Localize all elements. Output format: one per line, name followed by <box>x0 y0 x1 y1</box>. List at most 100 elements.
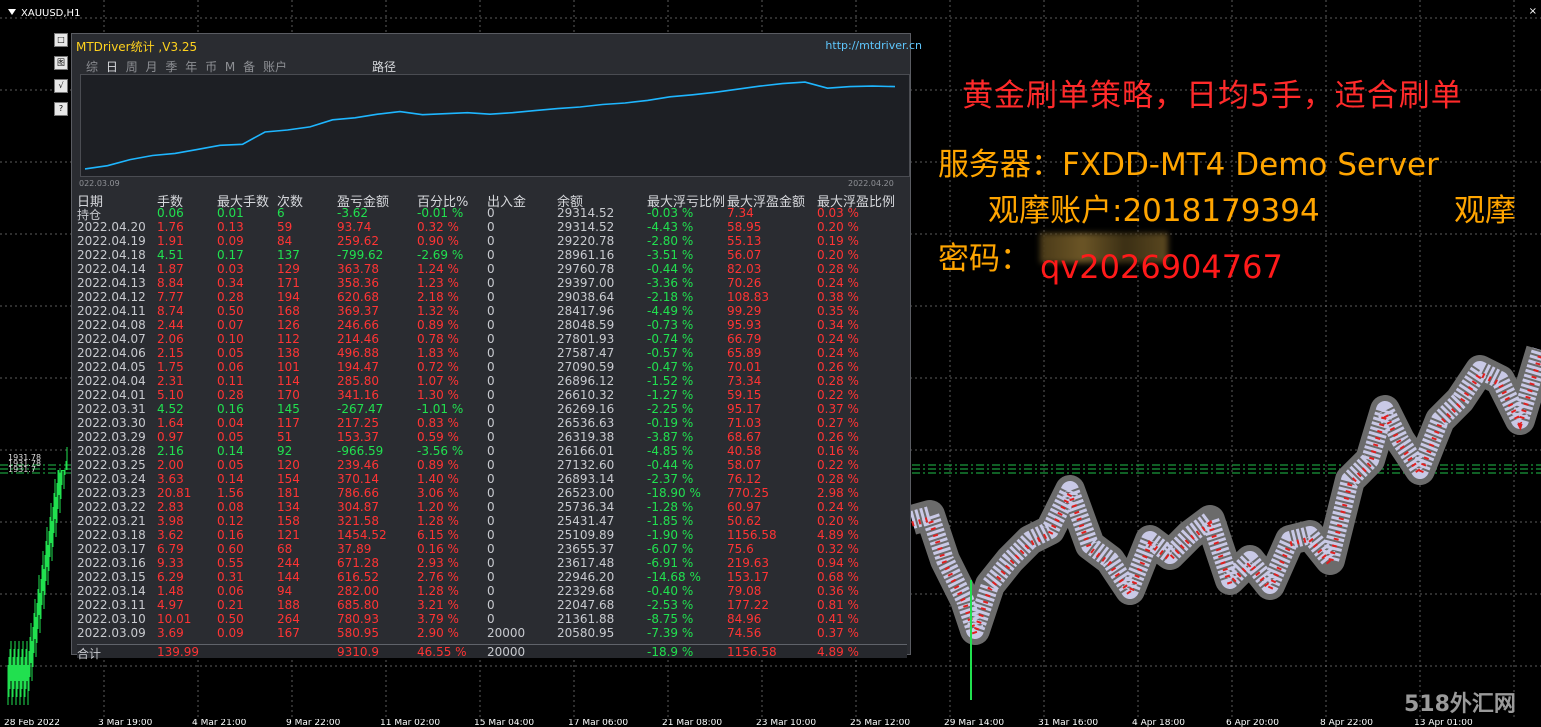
table-cell: 84.96 <box>727 612 762 626</box>
table-cell: 341.16 <box>337 388 379 402</box>
table-cell: -0.73 % <box>647 318 694 332</box>
table-cell: -6.07 % <box>647 542 694 556</box>
table-cell: 244 <box>277 556 300 570</box>
check-icon[interactable]: √ <box>54 79 68 93</box>
tab-account[interactable]: 账户 <box>263 60 287 74</box>
table-cell: 170 <box>277 388 300 402</box>
table-cell: 1.75 <box>157 360 184 374</box>
promo-account: 观摩账户:2018179394 <box>988 193 1320 229</box>
table-cell: 188 <box>277 598 300 612</box>
table-cell: 0.34 % <box>817 318 859 332</box>
table-cell: 2022.03.15 <box>77 570 146 584</box>
table-cell: 2022.04.01 <box>77 388 146 402</box>
table-row: 2022.04.08 2.44 0.07 126 246.66 0.89 % 0 28048.… <box>77 318 907 332</box>
table-cell: 2022.03.24 <box>77 472 146 486</box>
tab-month[interactable]: 月 <box>146 60 158 74</box>
table-cell: 3.62 <box>157 528 184 542</box>
tab-m[interactable]: M <box>225 60 235 74</box>
table-cell: 0.03 <box>217 262 244 276</box>
table-cell: 70.01 <box>727 360 762 374</box>
table-cell: 3.63 <box>157 472 184 486</box>
table-cell: -7.39 % <box>647 626 694 640</box>
table-cell: 0.68 % <box>817 570 859 584</box>
table-cell: -267.47 <box>337 402 384 416</box>
table-cell: 363.78 <box>337 262 379 276</box>
table-row: 2022.04.07 2.06 0.10 112 214.46 0.78 % 0 27801.… <box>77 332 907 346</box>
table-row: 2022.03.28 2.16 0.14 92 -966.59 -3.56 % 0 26166… <box>77 444 907 458</box>
table-cell: 0.05 <box>217 430 244 444</box>
table-cell: 214.46 <box>337 332 379 346</box>
table-cell: 95.93 <box>727 318 762 332</box>
tab-year[interactable]: 年 <box>185 60 197 74</box>
close-icon[interactable]: × <box>1529 6 1537 17</box>
table-cell: 22329.68 <box>557 584 615 598</box>
table-cell: 0.32 % <box>817 542 859 556</box>
table-cell: 0 <box>487 346 495 360</box>
tab-summary[interactable]: 综 <box>86 60 98 74</box>
tab-day[interactable]: 日 <box>106 60 118 74</box>
table-cell: 29314.52 <box>557 206 615 220</box>
table-cell: -0.44 % <box>647 262 694 276</box>
tab-currency[interactable]: 币 <box>205 60 217 74</box>
table-cell: 2022.03.28 <box>77 444 146 458</box>
time-label: 11 Mar 02:00 <box>380 719 441 727</box>
table-cell: 60.97 <box>727 500 762 514</box>
table-cell: 0.10 <box>217 332 244 346</box>
table-cell: 108.83 <box>727 290 769 304</box>
table-cell: 0 <box>487 444 495 458</box>
table-cell: 0.37 % <box>817 402 859 416</box>
time-label: 29 Mar 14:00 <box>944 719 1005 727</box>
table-cell: 2022.03.23 <box>77 486 146 500</box>
table-cell: -2.37 % <box>647 472 694 486</box>
table-cell: 0.94 % <box>817 556 859 570</box>
time-label: 4 Mar 21:00 <box>192 719 247 727</box>
table-row: 2022.04.04 2.31 0.11 114 285.80 1.07 % 0 26896.… <box>77 374 907 388</box>
table-cell: -0.19 % <box>647 416 694 430</box>
tab-quarter[interactable]: 季 <box>165 60 177 74</box>
tab-week[interactable]: 周 <box>126 60 138 74</box>
table-cell: 2022.04.13 <box>77 276 146 290</box>
time-label: 28 Feb 2022 <box>4 719 61 727</box>
dropdown-triangle-icon[interactable] <box>8 9 16 15</box>
table-cell: 27132.60 <box>557 458 615 472</box>
website-link[interactable]: http://mtdriver.cn <box>825 39 922 52</box>
symbol-title: XAUUSD,H1 <box>21 8 81 19</box>
table-cell: -6.91 % <box>647 556 694 570</box>
table-row: 2022.03.15 6.29 0.31 144 616.52 2.76 % 0 22946.… <box>77 570 907 584</box>
route-button[interactable]: 路径 <box>372 58 396 75</box>
table-cell: 0 <box>487 304 495 318</box>
table-cell: 2.76 % <box>417 570 459 584</box>
table-cell: 0.89 % <box>417 318 459 332</box>
table-cell: 20000 <box>487 626 526 640</box>
tab-backup[interactable]: 备 <box>243 60 255 74</box>
chart-icon[interactable]: 图 <box>54 56 68 70</box>
table-cell: 29314.52 <box>557 220 615 234</box>
table-cell: -3.36 % <box>647 276 694 290</box>
candles-left <box>7 447 68 705</box>
table-cell: -3.51 % <box>647 248 694 262</box>
table-cell: 93.74 <box>337 220 372 234</box>
table-cell: 0.20 % <box>817 248 859 262</box>
table-cell: 0.20 % <box>817 514 859 528</box>
table-cell: 22946.20 <box>557 570 615 584</box>
table-cell: 0.16 <box>217 528 244 542</box>
table-cell: 2022.03.21 <box>77 514 146 528</box>
table-cell: 2022.03.11 <box>77 598 146 612</box>
table-cell: 4.89 % <box>817 528 859 542</box>
table-cell: 25109.89 <box>557 528 615 542</box>
minimize-icon[interactable]: □ <box>54 33 68 47</box>
table-cell: 144 <box>277 570 300 584</box>
table-cell: 92 <box>277 444 293 458</box>
table-cell: 0 <box>487 276 495 290</box>
table-cell: 358.36 <box>337 276 379 290</box>
table-cell: 580.95 <box>337 626 379 640</box>
table-cell: 40.58 <box>727 444 762 458</box>
table-cell: 167 <box>277 626 300 640</box>
table-cell: 0.20 % <box>817 220 859 234</box>
table-cell: -0.03 % <box>647 206 694 220</box>
table-row: 2022.04.18 4.51 0.17 137 -799.62 -2.69 % 0 2896… <box>77 248 907 262</box>
table-cell: 2.83 <box>157 500 184 514</box>
help-icon[interactable]: ? <box>54 102 68 116</box>
table-cell: 26523.00 <box>557 486 615 500</box>
table-cell: 4.89 % <box>817 645 859 659</box>
